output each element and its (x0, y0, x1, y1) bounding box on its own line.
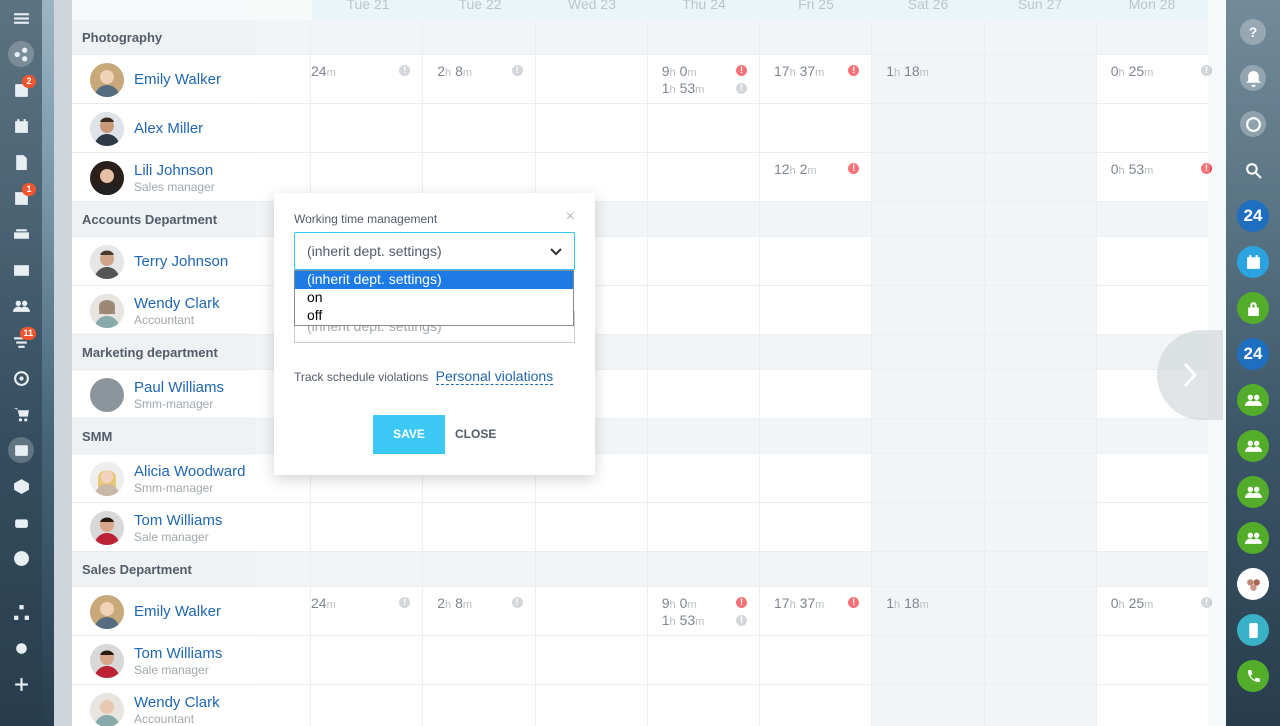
user-name[interactable]: Tom Williams (134, 645, 222, 662)
sitemap-icon[interactable] (0, 594, 42, 630)
box-icon[interactable] (0, 468, 42, 504)
track-violations: Track schedule violations Personal viola… (294, 368, 554, 385)
menu-icon[interactable] (0, 0, 42, 36)
help-icon[interactable]: ? (1226, 9, 1280, 55)
user-name[interactable]: Alex Miller (134, 120, 203, 137)
tasks-badge: 1 (22, 183, 36, 196)
avatar[interactable] (90, 378, 124, 412)
user-position: Accountant (134, 313, 195, 327)
phone-transfer-icon[interactable] (1226, 607, 1280, 653)
user-position: Smm-manager (134, 397, 214, 411)
tasks-icon[interactable]: 1 (0, 180, 42, 216)
group-chat-icon[interactable] (1226, 423, 1280, 469)
add-icon[interactable] (0, 666, 42, 702)
select-value: (inherit dept. settings) (307, 243, 442, 259)
select-options-list: (inherit dept. settings) on off (294, 270, 574, 326)
personal-violations-link[interactable]: Personal violations (435, 368, 554, 385)
notifications-icon[interactable] (1226, 55, 1280, 101)
lock-icon[interactable] (1226, 285, 1280, 331)
calendar-icon[interactable] (0, 108, 42, 144)
feed-badge: 2 (22, 75, 36, 88)
user-name[interactable]: Alicia Woodward (134, 463, 245, 480)
user-name[interactable]: Paul Williams (134, 379, 224, 396)
avatar[interactable] (90, 112, 124, 146)
robot-icon[interactable] (0, 504, 42, 540)
option-inherit[interactable]: (inherit dept. settings) (295, 271, 573, 289)
chevron-right-icon (1183, 362, 1198, 388)
target-icon[interactable] (0, 360, 42, 396)
right-sidebar: ? 24 24 (1226, 0, 1280, 726)
employees-icon[interactable] (0, 288, 42, 324)
working-time-popup: Working time management × (inherit dept.… (274, 193, 595, 475)
dept-label: SMM (82, 429, 113, 444)
user-position: Smm-manager (134, 481, 214, 495)
avatar[interactable] (90, 294, 124, 328)
avatar[interactable] (90, 693, 124, 726)
working-time-select[interactable]: (inherit dept. settings) (294, 232, 575, 270)
dept-label: Photography (82, 30, 163, 45)
group-chat-icon[interactable] (1226, 377, 1280, 423)
option-off[interactable]: off (295, 307, 573, 325)
phone-call-icon[interactable] (1226, 653, 1280, 699)
mail-icon[interactable] (0, 252, 42, 288)
close-button[interactable]: CLOSE (455, 415, 497, 454)
calendar-app-icon[interactable] (1226, 239, 1280, 285)
user-name[interactable]: Wendy Clark (134, 694, 220, 711)
avatar[interactable] (90, 63, 124, 97)
user-name[interactable]: Emily Walker (134, 71, 221, 88)
dept-label: Marketing department (82, 345, 218, 360)
user-position: Sales manager (134, 180, 215, 194)
close-icon[interactable]: × (566, 208, 575, 226)
settings-icon[interactable] (0, 630, 42, 666)
save-button[interactable]: SAVE (373, 415, 445, 454)
user-name[interactable]: Tom Williams (134, 512, 222, 529)
option-on[interactable]: on (295, 289, 573, 307)
avatar[interactable] (90, 511, 124, 545)
popup-title: Working time management (294, 212, 438, 226)
bitrix24-icon[interactable]: 24 (1226, 331, 1280, 377)
user-group-avatar-icon[interactable] (1226, 561, 1280, 607)
feed-icon[interactable]: 2 (0, 72, 42, 108)
more-icon[interactable] (0, 540, 42, 576)
user-name[interactable]: Terry Johnson (134, 253, 228, 270)
bitrix24-icon[interactable]: 24 (1226, 193, 1280, 239)
avatar[interactable] (90, 161, 124, 195)
avatar[interactable] (90, 595, 124, 629)
avatar[interactable] (90, 245, 124, 279)
activity-stream-icon[interactable] (0, 36, 42, 72)
contact-card-icon[interactable] (0, 432, 42, 468)
crm-badge: 11 (20, 327, 36, 340)
user-position: Sale manager (134, 530, 209, 544)
documents-icon[interactable] (0, 144, 42, 180)
grid-left-shadow (54, 0, 72, 726)
drive-icon[interactable] (0, 216, 42, 252)
user-position: Sale manager (134, 663, 209, 677)
user-name[interactable]: Emily Walker (134, 603, 221, 620)
chat-icon[interactable] (1226, 101, 1280, 147)
user-name[interactable]: Wendy Clark (134, 295, 220, 312)
user-position: Accountant (134, 712, 195, 726)
group-chat-icon[interactable] (1226, 469, 1280, 515)
dept-label: Accounts Department (82, 212, 218, 227)
track-label: Track schedule violations (294, 370, 429, 384)
cart-icon[interactable] (0, 396, 42, 432)
dept-label: Sales Department (82, 562, 192, 577)
crm-filter-icon[interactable]: 11 (0, 324, 42, 360)
left-sidebar: 2 1 11 (0, 0, 42, 726)
group-chat-icon[interactable] (1226, 515, 1280, 561)
avatar[interactable] (90, 462, 124, 496)
chevron-down-icon (550, 248, 562, 256)
search-icon[interactable] (1226, 147, 1280, 193)
avatar[interactable] (90, 644, 124, 678)
user-name[interactable]: Lili Johnson (134, 162, 213, 179)
